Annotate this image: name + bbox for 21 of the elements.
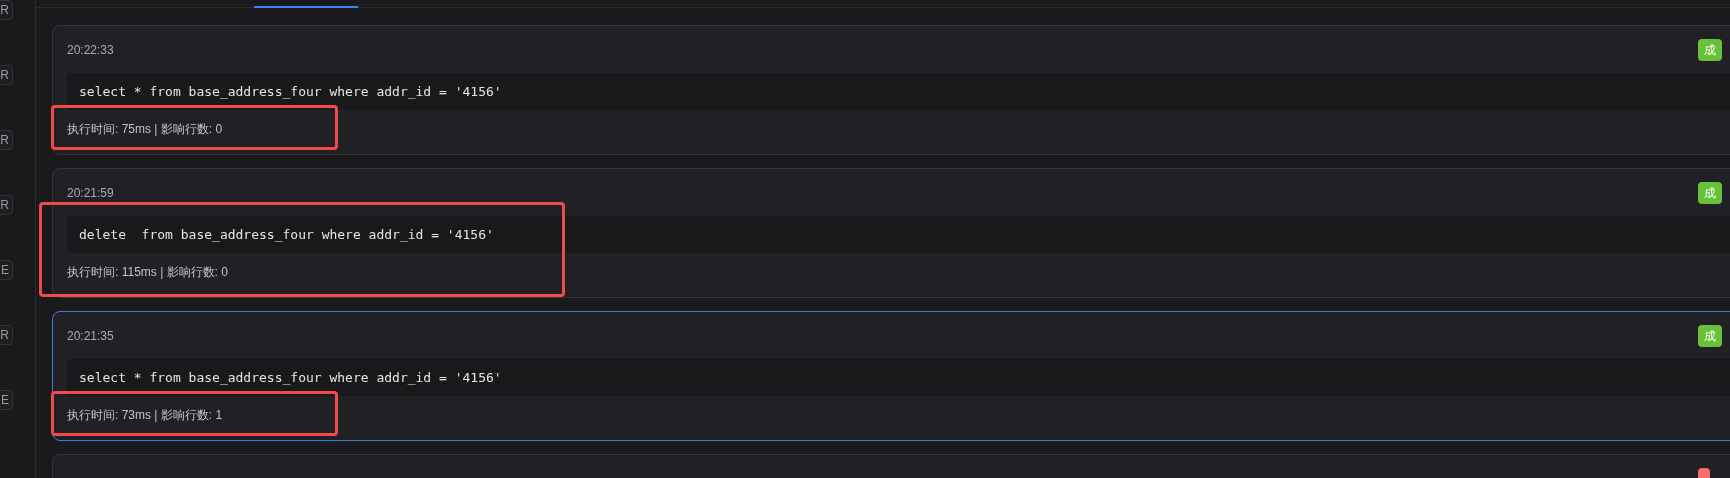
timestamp: 20:21:35	[67, 328, 114, 345]
timestamp: 20:21:59	[67, 185, 114, 202]
sql-code: select * from base_address_four where addr_id = '4156'	[67, 359, 1730, 396]
status-badge: 成	[1698, 325, 1722, 347]
tag: R	[0, 130, 13, 150]
tag: R	[0, 65, 13, 85]
tag: R	[0, 325, 13, 345]
history-card[interactable]: 20:21:35 成 select * from base_address_four where addr_id = '4156' 执行时间: 73ms | 影响行数: 1	[52, 311, 1730, 441]
status-badge: 成	[1698, 39, 1722, 61]
execution-stats: 执行时间: 75ms | 影响行数: 0	[67, 121, 224, 138]
execution-stats: 执行时间: 73ms | 影响行数: 1	[67, 407, 224, 424]
tag: R	[0, 195, 13, 215]
tag: E	[0, 390, 13, 410]
sql-code: select * from base_address_four where addr_id = '4156'	[67, 73, 1730, 110]
tag: R	[0, 0, 13, 20]
history-card[interactable]: 20:22:33 成 select * from base_address_four where addr_id = '4156' 执行时间: 75ms | 影响行数: 0	[52, 25, 1730, 155]
timestamp: 20:22:33	[67, 42, 114, 59]
tag: E	[0, 260, 13, 280]
sql-code: delete from base_address_four where addr_id = '4156'	[67, 216, 1730, 253]
execution-stats: 执行时间: 115ms | 影响行数: 0	[67, 264, 229, 281]
status-badge: 成	[1698, 182, 1722, 204]
